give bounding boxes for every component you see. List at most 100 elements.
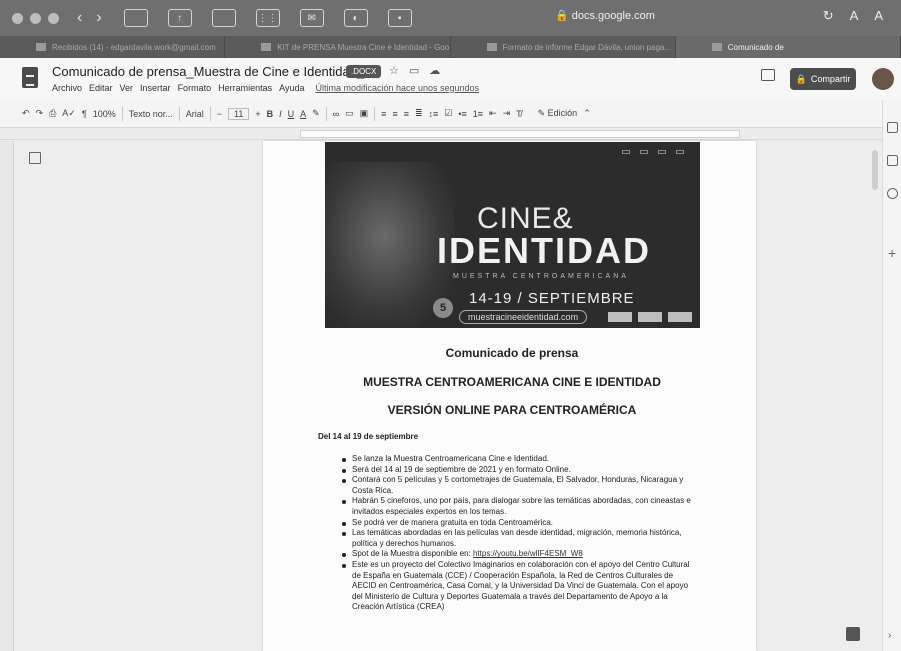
increase-font-icon[interactable]: +	[255, 109, 260, 119]
list-item: Las temáticas abordadas en las películas…	[342, 528, 695, 549]
address-bar[interactable]: 🔒 docs.google.com	[555, 9, 655, 22]
decrease-indent-icon[interactable]: ⇤	[489, 108, 497, 119]
chevron-right-icon[interactable]: ›	[888, 630, 891, 641]
font-size-input[interactable]: 11	[228, 107, 250, 120]
clear-format-icon[interactable]: T̸	[516, 109, 522, 119]
tabs-overview-icon[interactable]	[211, 9, 236, 27]
share-icon[interactable]: ↑	[167, 9, 192, 27]
extension-icon[interactable]: ▪	[387, 9, 412, 27]
drive-icon	[261, 43, 272, 51]
sponsor-logo	[668, 312, 692, 322]
browser-tab[interactable]: KIT de PRENSA Muestra Cine e Identidad -…	[225, 36, 451, 58]
minimize-window-button[interactable]	[30, 12, 41, 24]
align-center-icon[interactable]: ≡	[392, 109, 397, 119]
highlights-list: Se lanza la Muestra Centroamericana Cine…	[342, 454, 695, 613]
reload-icon[interactable]: ↻	[823, 8, 834, 24]
poster-partner-logos	[622, 150, 684, 154]
bulleted-list-icon[interactable]: •≡	[458, 109, 466, 119]
line-spacing-icon[interactable]: ↕≡	[429, 109, 439, 119]
document-title[interactable]: Comunicado de prensa_Muestra de Cine e I…	[52, 64, 371, 79]
zoom-window-button[interactable]	[48, 12, 59, 24]
explore-icon[interactable]	[846, 627, 860, 641]
poster-edition-number: 5	[433, 298, 453, 318]
italic-icon[interactable]: I	[279, 109, 282, 119]
google-docs-logo-icon[interactable]	[22, 67, 38, 88]
align-justify-icon[interactable]: ≣	[415, 108, 423, 119]
undo-icon[interactable]: ↶	[22, 108, 30, 119]
keep-icon[interactable]	[887, 155, 898, 166]
menu-ver[interactable]: Ver	[120, 83, 134, 93]
menu-herramientas[interactable]: Herramientas	[218, 83, 272, 93]
editing-mode-select[interactable]: ✎ Edición	[538, 108, 578, 119]
docs-icon	[711, 43, 722, 51]
star-icon[interactable]: ☆	[389, 64, 399, 77]
numbered-list-icon[interactable]: 1≡	[473, 109, 483, 119]
tasks-icon[interactable]	[887, 188, 898, 199]
checklist-icon[interactable]: ☑	[444, 108, 452, 119]
highlight-icon[interactable]: ✎	[312, 108, 320, 119]
sidebar-icon[interactable]	[123, 9, 148, 27]
partner-logo	[622, 150, 630, 154]
menu-ayuda[interactable]: Ayuda	[279, 83, 304, 93]
menu-insertar[interactable]: Insertar	[140, 83, 171, 93]
text-size-small-button[interactable]: A	[850, 8, 859, 24]
align-right-icon[interactable]: ≡	[404, 109, 409, 119]
last-edit-link[interactable]: Última modificación hace unos segundos	[315, 83, 479, 93]
list-item: Spot de la Muestra disponible en: https:…	[342, 549, 695, 560]
share-button[interactable]: 🔒 Compartir	[790, 68, 856, 90]
window-controls[interactable]	[12, 12, 59, 24]
gmail-icon	[36, 43, 46, 51]
avatar[interactable]	[872, 68, 894, 90]
align-left-icon[interactable]: ≡	[381, 109, 386, 119]
list-item: Será del 14 al 19 de septiembre de 2021 …	[342, 465, 695, 476]
menu-formato[interactable]: Formato	[178, 83, 212, 93]
spellcheck-icon[interactable]: A✓	[62, 108, 76, 119]
browser-tab-active[interactable]: Comunicado de	[675, 36, 901, 58]
add-addon-icon[interactable]: +	[888, 245, 896, 261]
style-select[interactable]: Texto nor...	[129, 109, 173, 119]
underline-icon[interactable]: U	[288, 109, 295, 119]
print-icon[interactable]: ⎙	[49, 108, 56, 119]
cloud-status-icon[interactable]: ☁	[429, 64, 440, 77]
file-format-badge: .DOCX	[346, 65, 382, 78]
decrease-font-icon[interactable]: −	[217, 109, 222, 119]
comments-icon[interactable]	[761, 69, 775, 81]
browser-tab[interactable]: Recibidos (14) - edgardavila.work@gmail.…	[0, 36, 226, 58]
mail-icon[interactable]: ✉	[299, 9, 324, 27]
date-line: Del 14 al 19 de septiembre	[318, 432, 419, 441]
formatting-toolbar: ↶ ↷ ⎙ A✓ ¶ 100% Texto nor... Arial − 11 …	[0, 100, 901, 128]
event-poster-image[interactable]: CINE& IDENTIDAD MUESTRA CENTROAMERICANA …	[325, 142, 700, 328]
text-color-icon[interactable]: A	[300, 109, 306, 119]
list-item: Contará con 5 películas y 5 cortometraje…	[342, 475, 695, 496]
back-icon[interactable]: ‹	[77, 9, 82, 27]
apps-grid-icon[interactable]: ⋮⋮	[255, 9, 280, 27]
redo-icon[interactable]: ↷	[36, 108, 44, 119]
press-release-heading: Comunicado de prensa	[445, 346, 579, 360]
font-select[interactable]: Arial	[186, 109, 204, 119]
comment-add-icon[interactable]: ▭	[345, 108, 354, 119]
menu-archivo[interactable]: Archivo	[52, 83, 82, 93]
horizontal-ruler[interactable]	[0, 128, 901, 140]
document-outline-icon[interactable]	[29, 152, 41, 164]
spot-prefix: Spot de la Muestra disponible en:	[352, 549, 473, 559]
forward-icon[interactable]: ›	[96, 9, 101, 27]
scrollbar[interactable]	[872, 150, 878, 190]
poster-sponsor-logos	[608, 312, 692, 322]
move-folder-icon[interactable]: ▭	[409, 64, 419, 77]
calendar-icon[interactable]	[887, 122, 898, 133]
spot-link[interactable]: https://youtu.be/wlIF4ESM_W8	[473, 549, 583, 558]
menu-editar[interactable]: Editar	[89, 83, 113, 93]
image-icon[interactable]: ▣	[360, 108, 369, 119]
collapse-toolbar-icon[interactable]: ⌃	[583, 108, 591, 119]
paint-format-icon[interactable]: ¶	[82, 109, 87, 119]
bold-icon[interactable]: B	[267, 109, 274, 119]
zoom-select[interactable]: 100%	[93, 109, 116, 119]
close-window-button[interactable]	[12, 12, 23, 24]
browser-tab[interactable]: Formato de informe Edgar Dávila, union p…	[451, 36, 676, 58]
shield-icon[interactable]: ◐	[343, 9, 368, 27]
increase-indent-icon[interactable]: ⇥	[503, 108, 511, 119]
text-size-large-button[interactable]: A	[874, 8, 883, 24]
partner-logo	[640, 150, 648, 154]
tab-label: KIT de PRENSA Muestra Cine e Identidad -…	[277, 42, 451, 52]
link-icon[interactable]: ∞	[333, 109, 339, 119]
